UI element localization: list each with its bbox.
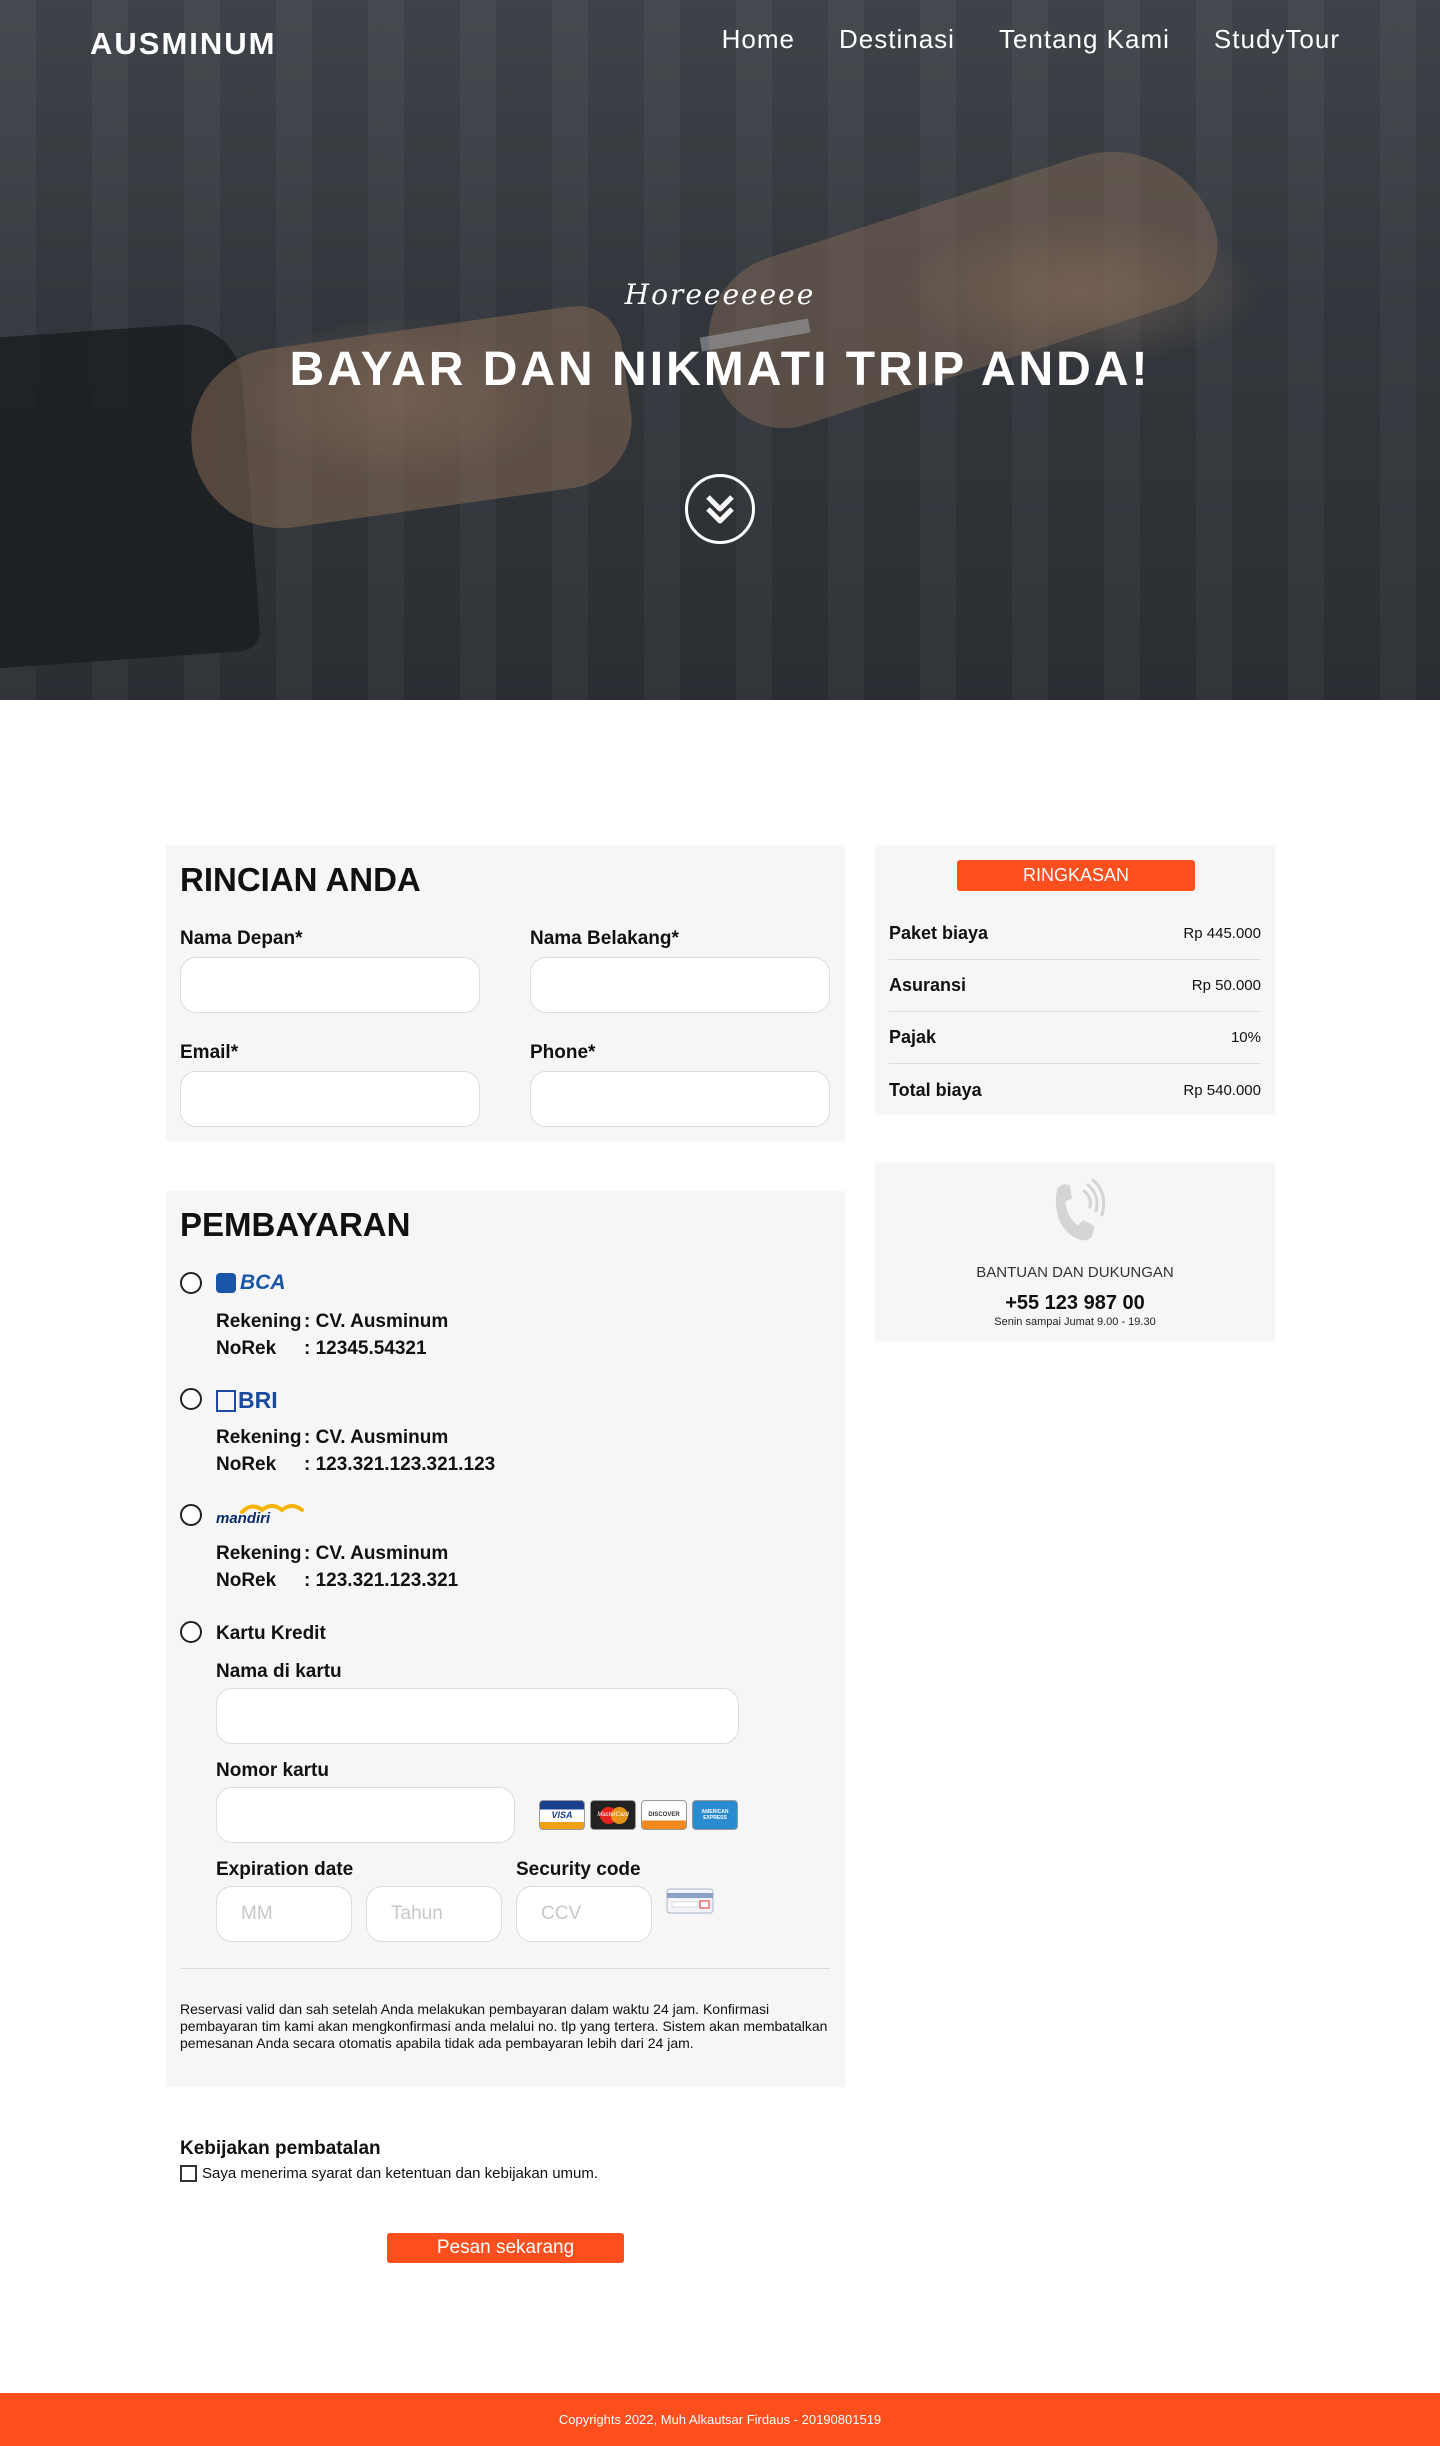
agree-checkbox[interactable] [180,2165,197,2182]
support-panel: BANTUAN DAN DUKUNGAN +55 123 987 00 Seni… [875,1163,1275,1341]
summary-row: Asuransi Rp 50.000 [889,960,1261,1012]
main-nav: Home Destinasi Tentang Kami StudyTour [722,24,1340,55]
security-code-label: Security code [516,1859,641,1880]
payment-panel: PEMBAYARAN BCA Rekening: CV. Ausminum No… [166,1191,845,2087]
first-name-label: Nama Depan* [180,928,303,949]
bri-emblem-icon [216,1389,236,1412]
credit-card-label: Kartu Kredit [216,1623,326,1644]
brand-logo[interactable]: AUSMINUM [90,26,277,62]
account-name: : CV. Ausminum [304,1427,449,1448]
summary-row: Pajak 10% [889,1012,1261,1064]
cancellation-title: Kebijakan pembatalan [180,2138,381,2159]
first-name-input[interactable] [180,957,480,1013]
phone-ringing-icon [1055,1178,1106,1241]
payment-divider [180,1968,830,1969]
norek-value: : 123.321.123.321 [304,1570,459,1591]
card-number-input[interactable] [216,1787,515,1843]
bca-emblem-icon [216,1273,236,1293]
hero-section: AUSMINUM Home Destinasi Tentang Kami Stu… [0,0,1440,700]
norek-label: NoRek [216,1338,277,1359]
account-label: Rekening [216,1543,302,1564]
card-name-input[interactable] [216,1688,739,1744]
scroll-down-button[interactable] [685,474,755,544]
summary-label: Paket biaya [889,923,989,943]
payment-radio-bri[interactable] [180,1388,202,1410]
bca-logo: BCA [216,1271,286,1295]
discover-text: DISCOVER [648,1812,680,1818]
expiration-year-input[interactable] [366,1886,502,1942]
bca-account-info: Rekening: CV. Ausminum NoRek : 12345.5432… [216,1308,448,1362]
payment-title: PEMBAYARAN [180,1206,411,1243]
summary-row: Total biaya Rp 540.000 [889,1064,1261,1116]
security-code-input[interactable] [516,1886,652,1942]
summary-row: Paket biaya Rp 445.000 [889,908,1261,960]
summary-panel: RINGKASAN Paket biaya Rp 445.000 Asurans… [875,845,1275,1115]
last-name-input[interactable] [530,957,830,1013]
discover-card-icon: DISCOVER [641,1800,687,1830]
email-label: Email* [180,1042,239,1063]
agree-text: Saya menerima syarat dan ketentuan dan k… [202,2165,599,2182]
payment-radio-bca[interactable] [180,1272,202,1294]
details-title: RINCIAN ANDA [180,861,421,898]
account-label: Rekening [216,1427,302,1448]
visa-text: VISA [551,1810,573,1820]
expiration-label: Expiration date [216,1859,354,1880]
bri-logo-text: BRI [238,1387,278,1413]
nav-tentang-kami[interactable]: Tentang Kami [999,24,1170,55]
order-now-button[interactable]: Pesan sekarang [387,2233,624,2263]
card-brands: VISA MasterCard DISCOVER AMERICAN EXPRES… [539,1800,738,1830]
phone-input[interactable] [530,1071,830,1127]
summary-label: Total biaya [889,1079,982,1100]
summary-value: Rp 50.000 [1191,977,1261,994]
nav-destinasi[interactable]: Destinasi [839,24,955,55]
double-chevron-down-icon [706,495,734,524]
card-name-label: Nama di kartu [216,1661,342,1682]
bca-logo-text: BCA [240,1271,286,1294]
bri-logo: BRI [216,1387,278,1414]
phone-label: Phone* [530,1042,596,1063]
summary-value: 10% [1230,1029,1261,1046]
account-name: : CV. Ausminum [304,1311,449,1332]
email-input[interactable] [180,1071,480,1127]
amex-card-icon: AMERICAN EXPRESS [692,1800,738,1830]
last-name-label: Nama Belakang* [530,928,679,949]
support-title: BANTUAN DAN DUKUNGAN [976,1264,1174,1281]
payment-note: Reservasi valid dan sah setelah Anda mel… [180,2001,828,2051]
bri-account-info: Rekening: CV. Ausminum NoRek : 123.321.12… [216,1424,495,1478]
expiration-month-input[interactable] [216,1886,352,1942]
summary-value: Rp 445.000 [1183,925,1261,942]
details-panel: RINCIAN ANDA Nama Depan* Nama Belakang* … [166,845,845,1141]
summary-label: Asuransi [889,975,967,995]
norek-value: : 12345.54321 [304,1338,427,1359]
mandiri-logo-text: mandiri [216,1510,271,1527]
card-back-cvv-icon [666,1888,714,1914]
footer: Copyrights 2022, Muh Alkautsar Firdaus -… [0,2393,1440,2446]
mastercard-icon: MasterCard [590,1800,636,1830]
payment-radio-mandiri[interactable] [180,1504,202,1526]
norek-label: NoRek [216,1570,277,1591]
footer-copyright: Copyrights 2022, Muh Alkautsar Firdaus -… [558,2412,882,2427]
nav-home[interactable]: Home [722,24,795,55]
account-label: Rekening [216,1311,302,1332]
card-number-label: Nomor kartu [216,1760,329,1781]
support-hours: Senin sampai Jumat 9.00 - 19.30 [994,1316,1156,1328]
payment-radio-credit-card[interactable] [180,1621,202,1643]
summary-button[interactable]: RINGKASAN [957,860,1195,891]
hero-tagline: Horeeeeeee [624,278,816,311]
summary-label: Pajak [889,1027,937,1047]
hero-headline: BAYAR DAN NIKMATI TRIP ANDA! [289,343,1151,396]
mastercard-text: MasterCard [597,1812,629,1818]
visa-card-icon: VISA [539,1800,585,1830]
support-phone[interactable]: +55 123 987 00 [875,1292,1275,1315]
mandiri-account-info: Rekening: CV. Ausminum NoRek : 123.321.12… [216,1540,458,1594]
norek-value: : 123.321.123.321.123 [304,1454,496,1475]
summary-value: Rp 540.000 [1183,1081,1261,1099]
nav-studytour[interactable]: StudyTour [1214,24,1340,55]
amex-text: AMERICAN EXPRESS [701,1809,729,1821]
norek-label: NoRek [216,1454,277,1475]
account-name: : CV. Ausminum [304,1543,449,1564]
